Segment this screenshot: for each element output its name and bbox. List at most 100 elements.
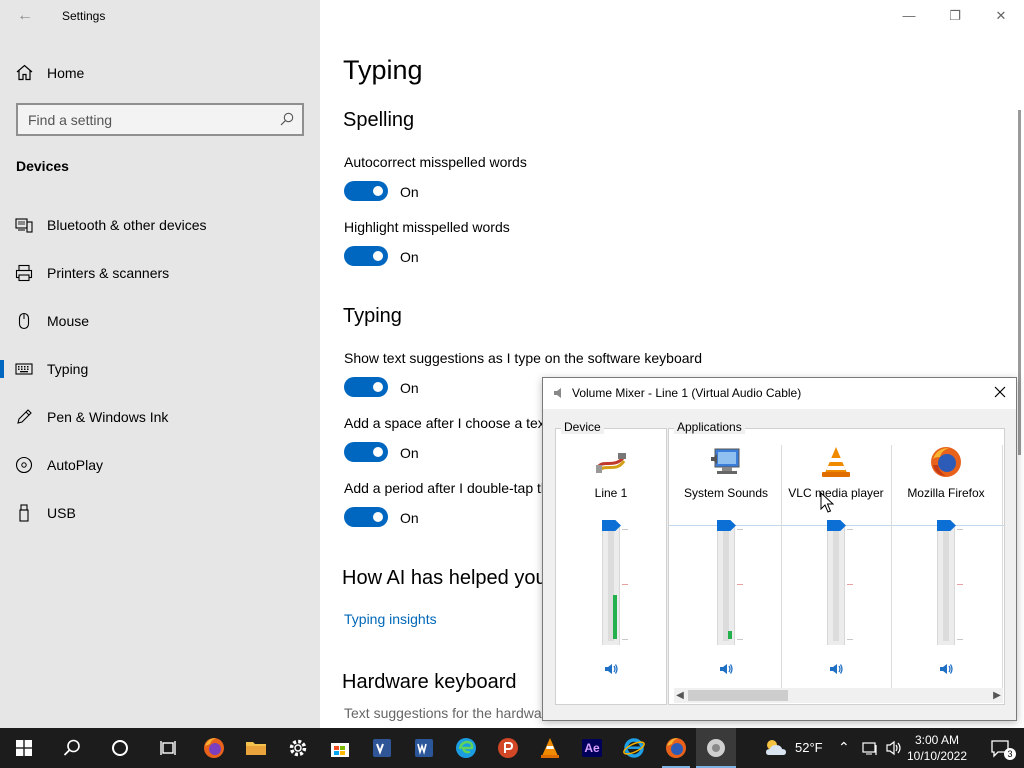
channel-label: Line 1 [594, 486, 628, 500]
weather-widget[interactable] [756, 728, 796, 768]
sidebar-item-label: AutoPlay [47, 457, 104, 473]
hardware-heading: Hardware keyboard [342, 671, 517, 693]
system-sounds-icon [711, 448, 740, 474]
scrollbar-thumb[interactable] [688, 690, 788, 701]
level-meter [613, 595, 617, 639]
channel-vlc: VLC media player [781, 429, 891, 689]
typing-insights-link[interactable]: Typing insights [344, 611, 437, 627]
scroll-right-icon[interactable]: ▶ [991, 689, 1003, 702]
applications-group: System Sounds VLC media player Mozilla F… [668, 428, 1005, 705]
close-icon[interactable] [992, 384, 1008, 400]
gear-icon [289, 739, 307, 757]
channel-label: VLC media player [788, 486, 884, 500]
edge-icon [456, 738, 476, 758]
horizontal-scrollbar[interactable]: ◀ ▶ [674, 688, 1003, 703]
taskbar-firefox-2[interactable] [656, 728, 696, 768]
sidebar-item-typing[interactable]: Typing [0, 349, 320, 389]
volume-slider-track[interactable] [717, 525, 735, 645]
channel-line1: Line 1 [556, 429, 666, 689]
sidebar-item-pen[interactable]: Pen & Windows Ink [0, 397, 320, 437]
mute-speaker-icon[interactable] [828, 661, 844, 677]
taskbar-visual-studio-code[interactable] [362, 728, 402, 768]
highlight-toggle[interactable] [344, 246, 388, 266]
suggestions-toggle[interactable] [344, 377, 388, 397]
slider-ticks [957, 529, 963, 640]
search-icon[interactable] [280, 112, 294, 126]
autocorrect-toggle[interactable] [344, 181, 388, 201]
cortana-icon [112, 740, 128, 756]
notifications-button[interactable]: 3 [980, 728, 1020, 768]
space-state: On [400, 445, 419, 461]
mute-speaker-icon[interactable] [718, 661, 734, 677]
sidebar-item-printers[interactable]: Printers & scanners [0, 253, 320, 293]
sidebar-item-usb[interactable]: USB [0, 493, 320, 533]
mouse-cursor-icon [820, 492, 834, 513]
search-taskbar-button[interactable] [52, 728, 92, 768]
highlight-state: On [400, 249, 419, 265]
close-button[interactable]: ✕ [989, 6, 1013, 26]
sidebar-item-label: USB [47, 505, 76, 521]
taskbar-edge[interactable] [446, 728, 486, 768]
autoplay-icon [15, 456, 33, 474]
cortana-button[interactable] [100, 728, 140, 768]
settings-app-icon [707, 739, 725, 757]
sidebar-item-mouse[interactable]: Mouse [0, 301, 320, 341]
home-icon [16, 64, 33, 81]
taskbar-settings-active[interactable] [696, 728, 736, 768]
mixer-titlebar[interactable]: Volume Mixer - Line 1 (Virtual Audio Cab… [543, 378, 1016, 409]
minimize-button[interactable]: — [897, 6, 921, 26]
after-effects-label: Ae [584, 741, 600, 755]
volume-slider-track[interactable] [827, 525, 845, 645]
search-box[interactable] [16, 103, 304, 136]
taskbar-after-effects[interactable]: Ae [572, 728, 612, 768]
home-label: Home [47, 64, 85, 81]
sidebar-item-label: Pen & Windows Ink [47, 409, 169, 425]
task-view-button[interactable] [148, 728, 188, 768]
clock[interactable]: 3:00 AM 10/10/2022 [895, 732, 979, 764]
weather-cloud-icon [766, 740, 786, 755]
home-nav-item[interactable]: Home [16, 64, 84, 81]
autocorrect-state: On [400, 184, 419, 200]
taskbar-internet-explorer[interactable] [614, 728, 654, 768]
search-icon [63, 739, 80, 756]
sidebar-item-label: Typing [47, 361, 89, 377]
weather-temp: 52°F [795, 740, 823, 755]
channel-label: System Sounds [683, 486, 769, 500]
clock-date: 10/10/2022 [906, 749, 968, 763]
clock-time: 3:00 AM [914, 733, 960, 747]
channel-label: Mozilla Firefox [907, 486, 985, 500]
page-scrollbar[interactable] [1018, 110, 1021, 455]
slider-ticks [847, 529, 853, 640]
show-hidden-icons-icon[interactable]: ⌃ [838, 739, 850, 756]
sidebar-item-autoplay[interactable]: AutoPlay [0, 445, 320, 485]
sidebar-item-bluetooth[interactable]: Bluetooth & other devices [0, 205, 320, 245]
taskbar-word[interactable] [404, 728, 444, 768]
mixer-title: Volume Mixer - Line 1 (Virtual Audio Cab… [572, 386, 802, 400]
scroll-left-icon[interactable]: ◀ [674, 689, 686, 702]
settings-sidebar: ← Settings Home Devices Bluetooth & othe… [0, 0, 320, 728]
app-title: Settings [62, 9, 106, 23]
device-group: Line 1 [555, 428, 667, 705]
volume-slider-track[interactable] [937, 525, 955, 645]
space-toggle[interactable] [344, 442, 388, 462]
start-button[interactable] [4, 728, 44, 768]
vlc-icon [541, 738, 559, 758]
device-group-label: Device [561, 420, 604, 434]
word-icon [415, 739, 433, 757]
search-input[interactable] [18, 105, 302, 134]
taskbar-vlc[interactable] [530, 728, 570, 768]
mute-speaker-icon[interactable] [938, 661, 954, 677]
printer-icon [15, 264, 33, 282]
volume-slider-track[interactable] [602, 525, 620, 645]
network-icon[interactable] [862, 740, 880, 756]
taskbar-store[interactable] [320, 728, 360, 768]
back-button[interactable]: ← [14, 5, 36, 27]
maximize-button[interactable]: ❐ [943, 6, 967, 26]
period-toggle[interactable] [344, 507, 388, 527]
slider-ticks [622, 529, 628, 640]
taskbar-firefox[interactable] [194, 728, 234, 768]
taskbar-powerpoint[interactable] [488, 728, 528, 768]
mute-speaker-icon[interactable] [603, 661, 619, 677]
taskbar-file-explorer[interactable] [236, 728, 276, 768]
taskbar-settings[interactable] [278, 728, 318, 768]
